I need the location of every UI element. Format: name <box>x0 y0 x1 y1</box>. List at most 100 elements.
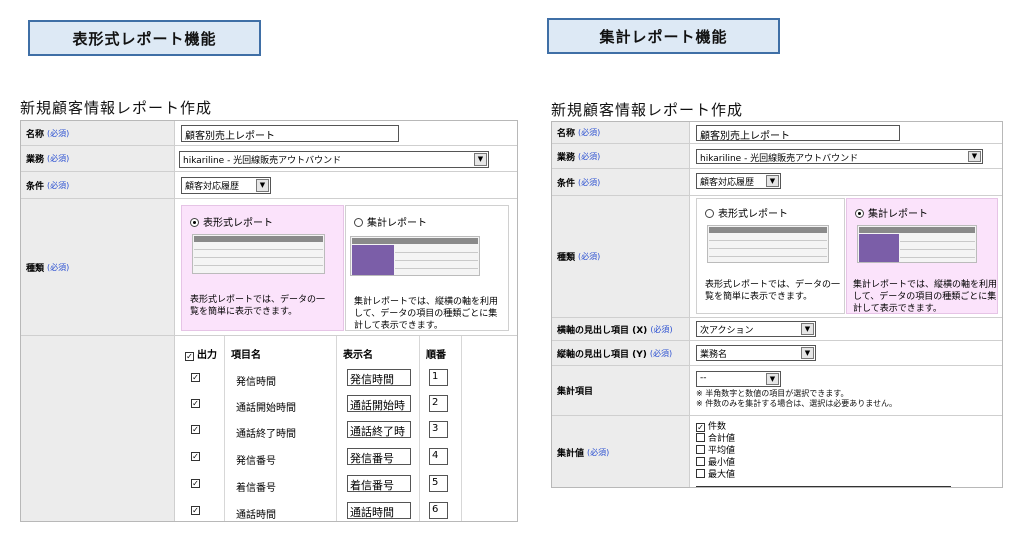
summary-report-feature-tag: 集計レポート機能 <box>547 18 780 54</box>
field-output-checkbox[interactable]: ✓ <box>191 399 200 408</box>
page-title: 新規顧客情報レポート作成 <box>20 99 213 117</box>
agg-option[interactable]: 最大値 <box>696 467 735 480</box>
field-output-checkbox[interactable]: ✓ <box>191 425 200 434</box>
chevron-down-icon: ▼ <box>474 153 487 166</box>
choice-summary-desc-line: 計して表示できます。 <box>853 304 942 314</box>
field-row: ✓ 発信時間 発信時間 1 <box>21 364 517 392</box>
horizontal-axis-label: 横軸の見出し項目 (X) <box>557 325 648 336</box>
required-mark: 必須 <box>578 127 600 138</box>
type-label: 種類 <box>26 263 45 274</box>
field-order-input[interactable]: 2 <box>429 395 448 412</box>
cut-off-divider <box>696 486 951 487</box>
chevron-down-icon: ▼ <box>801 347 814 359</box>
type-row: 種類 必須 表形式レポート 表形式レポートでは、データの一 覧を簡単に表示できま… <box>21 199 517 336</box>
field-order-input[interactable]: 3 <box>429 421 448 438</box>
choice-summary-title: 集計レポート <box>367 218 427 229</box>
col-output-header: 出力 <box>197 350 217 361</box>
col-item-header: 項目名 <box>231 350 261 361</box>
summary-report-form: 名称 必須 顧客別売上レポート 業務 必須 hikariline - 光回線販売… <box>551 121 1003 488</box>
condition-select[interactable]: 顧客対応履歴 ▼ <box>181 177 271 194</box>
required-mark: 必須 <box>587 447 609 458</box>
field-display-input[interactable]: 発信番号 <box>347 448 411 465</box>
tabular-preview-image <box>707 225 829 263</box>
business-select[interactable]: hikariline - 光回線販売アウトバウンド ▼ <box>179 151 489 168</box>
radio-selected-icon[interactable] <box>855 209 864 218</box>
field-output-checkbox[interactable]: ✓ <box>191 479 200 488</box>
page-title: 新規顧客情報レポート作成 <box>551 101 744 119</box>
radio-unselected-icon[interactable] <box>705 209 714 218</box>
choice-summary-report[interactable]: 集計レポート 集計レポートでは、縦横の軸を利用 して、データの項目の種類ごとに集… <box>846 198 998 314</box>
required-mark: 必須 <box>578 251 600 262</box>
field-order-input[interactable]: 5 <box>429 475 448 492</box>
required-mark: 必須 <box>47 128 69 139</box>
field-output-checkbox[interactable]: ✓ <box>191 452 200 461</box>
field-row: ✓ 通話開始時間 通話開始時 2 <box>21 390 517 418</box>
chevron-down-icon: ▼ <box>256 179 269 192</box>
chevron-down-icon: ▼ <box>766 373 779 385</box>
name-label: 名称 <box>26 129 45 140</box>
aggregate-value-row: 集計値 必須 ✓件数 合計値 平均値 最小値 最大値 <box>552 416 1002 487</box>
agg-option-checkbox[interactable] <box>696 457 705 466</box>
field-row: ✓ 通話時間 通話時間 6 <box>21 497 517 521</box>
radio-selected-icon[interactable] <box>190 218 199 227</box>
choice-summary-desc-line: 集計レポートでは、縦横の軸を利用 <box>354 297 499 307</box>
horizontal-axis-row: 横軸の見出し項目 (X) 必須 次アクション ▼ <box>552 318 1002 341</box>
choice-summary-title: 集計レポート <box>868 209 928 220</box>
aggregate-item-select[interactable]: -- ▼ <box>696 371 781 387</box>
field-item-name: 着信番号 <box>236 483 276 494</box>
business-row: 業務 必須 hikariline - 光回線販売アウトバウンド ▼ <box>21 146 517 172</box>
field-item-name: 通話開始時間 <box>236 403 296 414</box>
field-display-input[interactable]: 着信番号 <box>347 475 411 492</box>
choice-summary-desc-line: 計して表示できます。 <box>354 321 443 331</box>
name-label: 名称 <box>557 129 576 139</box>
choice-summary-desc-line: して、データの項目の種類ごとに集 <box>354 309 498 319</box>
condition-row: 条件 必須 顧客対応履歴 ▼ <box>552 169 1002 196</box>
vertical-axis-row: 縦軸の見出し項目 (Y) 必須 業務名 ▼ <box>552 341 1002 366</box>
field-output-checkbox[interactable]: ✓ <box>191 373 200 382</box>
output-all-checkbox[interactable]: ✓ <box>185 352 194 361</box>
business-label: 業務 <box>557 152 576 163</box>
aggregate-item-row: 集計項目 -- ▼ ※ 半角数字と数値の項目が選択できます。 ※ 件数のみを集計… <box>552 366 1002 416</box>
summary-preview-image <box>350 236 480 276</box>
field-output-checkbox[interactable]: ✓ <box>191 506 200 515</box>
condition-row: 条件 必須 顧客対応履歴 ▼ <box>21 172 517 199</box>
agg-option-checkbox[interactable] <box>696 445 705 454</box>
field-item-name: 発信番号 <box>236 456 276 467</box>
business-select[interactable]: hikariline - 光回線販売アウトバウンド ▼ <box>696 149 983 164</box>
field-order-input[interactable]: 4 <box>429 448 448 465</box>
agg-option-checkbox[interactable] <box>696 469 705 478</box>
condition-select[interactable]: 顧客対応履歴 ▼ <box>696 173 781 189</box>
report-name-input[interactable]: 顧客別売上レポート <box>181 125 399 142</box>
chevron-down-icon: ▼ <box>766 175 779 187</box>
field-order-input[interactable]: 1 <box>429 369 448 386</box>
field-display-input[interactable]: 通話終了時 <box>347 421 411 438</box>
tabular-preview-image <box>192 234 325 274</box>
field-display-input[interactable]: 発信時間 <box>347 369 411 386</box>
field-display-input[interactable]: 通話開始時 <box>347 395 411 412</box>
agg-option-checkbox[interactable] <box>696 433 705 442</box>
summary-preview-image <box>857 225 977 263</box>
choice-tabular-desc-line: 表形式レポートでは、データの一 <box>190 295 326 305</box>
choice-summary-report[interactable]: 集計レポート 集計レポートでは、縦横の軸を利用 して、データの項目の種類ごとに集… <box>345 205 509 331</box>
field-row: ✓ 発信番号 発信番号 4 <box>21 443 517 471</box>
chevron-down-icon: ▼ <box>968 151 981 162</box>
col-order-header: 順番 <box>426 350 446 361</box>
name-row: 名称 必須 顧客別売上レポート <box>552 122 1002 144</box>
choice-tabular-desc-line: 覧を簡単に表示できます。 <box>190 307 298 317</box>
choice-tabular-report[interactable]: 表形式レポート 表形式レポートでは、データの一 覧を簡単に表示できます。 <box>181 205 344 331</box>
required-mark: 必須 <box>578 177 600 188</box>
field-display-input[interactable]: 通話時間 <box>347 502 411 519</box>
aggregate-value-label: 集計値 <box>557 449 585 459</box>
name-row: 名称 必須 顧客別売上レポート <box>21 121 517 146</box>
choice-summary-desc-line: して、データの項目の種類ごとに集 <box>853 292 997 302</box>
report-name-input[interactable]: 顧客別売上レポート <box>696 125 900 141</box>
col-display-header: 表示名 <box>343 350 373 361</box>
choice-tabular-report[interactable]: 表形式レポート 表形式レポートでは、データの一 覧を簡単に表示できます。 <box>696 198 845 314</box>
horizontal-axis-select[interactable]: 次アクション ▼ <box>696 321 816 337</box>
choice-tabular-desc-line: 表形式レポートでは、データの一 <box>705 280 841 290</box>
field-item-name: 通話終了時間 <box>236 429 296 440</box>
required-mark: 必須 <box>47 180 69 191</box>
vertical-axis-select[interactable]: 業務名 ▼ <box>696 345 816 361</box>
field-order-input[interactable]: 6 <box>429 502 448 519</box>
radio-unselected-icon[interactable] <box>354 218 363 227</box>
